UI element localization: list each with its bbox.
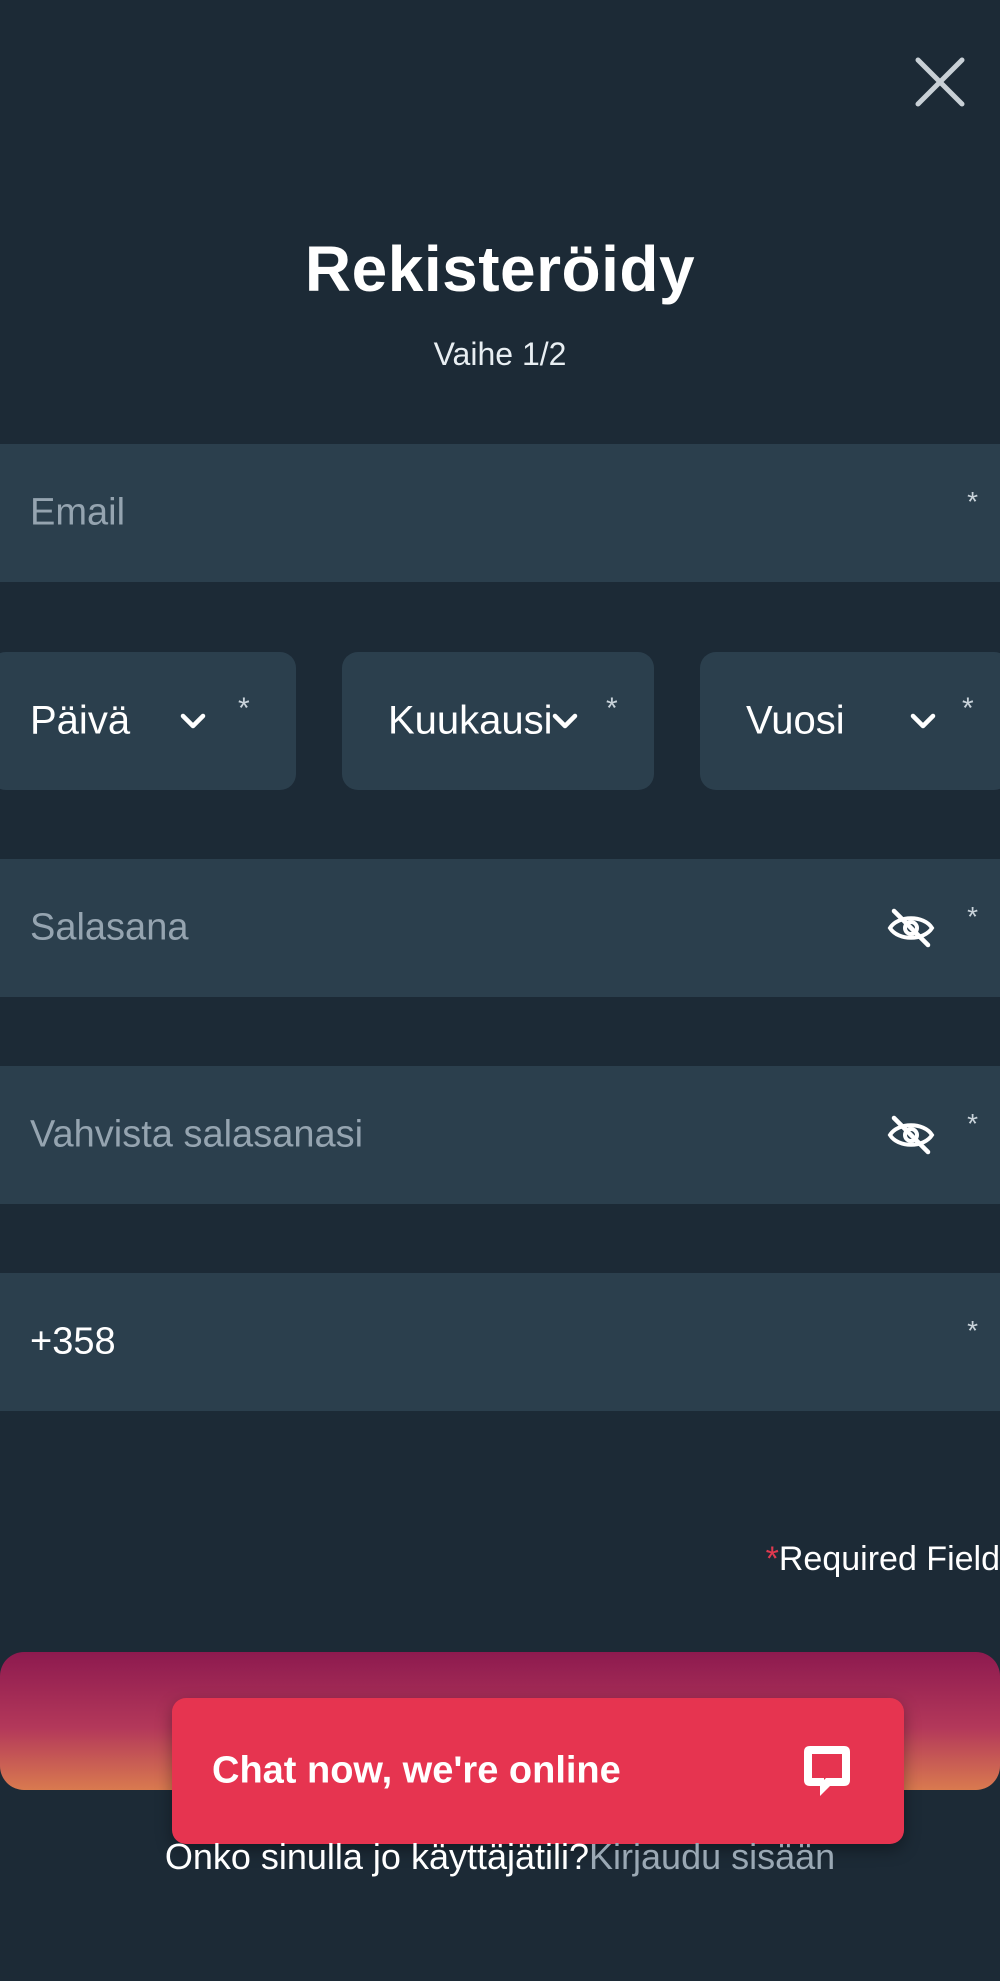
day-select-label: Päivä — [30, 698, 131, 743]
confirm-password-placeholder: Vahvista salasanasi — [30, 1113, 364, 1156]
password-placeholder: Salasana — [30, 906, 189, 949]
required-mark: * — [967, 486, 978, 517]
required-mark: * — [606, 692, 618, 725]
required-mark: * — [962, 692, 974, 725]
password-field[interactable]: Salasana * — [0, 859, 1000, 997]
eye-off-icon[interactable] — [886, 1110, 936, 1160]
login-prompt: Onko sinulla jo käyttäjätili?Kirjaudu si… — [0, 1836, 1000, 1878]
close-button[interactable] — [912, 54, 968, 110]
required-star: * — [765, 1540, 779, 1578]
close-icon — [915, 57, 965, 107]
phone-field[interactable]: +358 * — [0, 1273, 1000, 1411]
chat-bubble-icon — [794, 1738, 860, 1804]
eye-off-icon[interactable] — [886, 903, 936, 953]
email-placeholder: Email — [30, 491, 126, 534]
chevron-down-icon — [176, 704, 210, 738]
login-question: Onko sinulla jo käyttäjätili? — [164, 1836, 590, 1877]
required-mark: * — [967, 1315, 978, 1346]
month-select-label: Kuukausi — [388, 698, 553, 743]
email-field[interactable]: Email * — [0, 444, 1000, 582]
chat-text: Chat now, we're online — [212, 1749, 621, 1792]
year-select[interactable]: Vuosi * — [700, 652, 1000, 790]
required-field-text: Required Field — [778, 1540, 1000, 1578]
login-link[interactable]: Kirjaudu sisään — [589, 1836, 835, 1877]
page-title: Rekisteröidy — [304, 233, 696, 305]
day-select[interactable]: Päivä * — [0, 652, 296, 790]
required-mark: * — [967, 901, 978, 932]
confirm-password-field[interactable]: Vahvista salasanasi * — [0, 1066, 1000, 1204]
required-mark: * — [967, 1108, 978, 1139]
required-field-note: *Required Field — [766, 1540, 1000, 1579]
chat-widget[interactable]: Chat now, we're online — [172, 1698, 904, 1844]
month-select[interactable]: Kuukausi * — [342, 652, 654, 790]
step-indicator: Vaihe 1/2 — [433, 336, 567, 372]
phone-prefix: +358 — [30, 1320, 116, 1363]
chevron-down-icon — [906, 704, 940, 738]
year-select-label: Vuosi — [746, 698, 845, 743]
required-mark: * — [238, 692, 250, 725]
chevron-down-icon — [548, 704, 582, 738]
